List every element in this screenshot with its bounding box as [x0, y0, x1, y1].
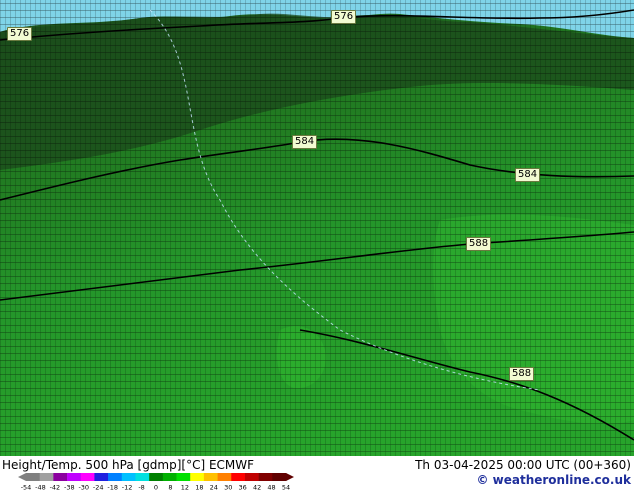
scale-color-swatch: [121, 473, 136, 481]
credit-link[interactable]: © weatheronline.co.uk: [476, 473, 631, 487]
scale-color-swatch: [272, 473, 287, 481]
contour-label-576-west: 576: [7, 27, 33, 41]
scale-tick-label: 18: [195, 484, 203, 490]
scale-color-swatch: [176, 473, 191, 481]
scale-tick-label: 12: [181, 484, 189, 490]
scale-tick-label: 30: [224, 484, 232, 490]
scale-tick-label: -24: [93, 484, 104, 490]
map-footer: Height/Temp. 500 hPa [gdmp][°C] ECMWF Th…: [0, 456, 634, 490]
scale-color-swatch: [67, 473, 82, 481]
contour-label-588-east: 588: [466, 237, 492, 251]
scale-color-swatch: [203, 473, 218, 481]
scale-tick-label: -8: [138, 484, 144, 490]
scale-tick-label: 48: [267, 484, 275, 490]
scale-color-swatch: [26, 473, 40, 481]
scale-color-swatch: [39, 473, 54, 481]
scale-arrow-right: [286, 473, 294, 481]
forecast-datetime: Th 03-04-2025 00:00 UTC (00+360): [415, 458, 631, 472]
scale-tick-label: -54: [21, 484, 32, 490]
contour-label-588-south: 588: [509, 367, 535, 381]
temperature-color-scale: -54 -48 -42 -38 -30 -24 -18 -12 -8 0 8 12 18 24 30 36 42…: [18, 473, 294, 490]
scale-color-swatch: [217, 473, 232, 481]
scale-color-swatch: [80, 473, 95, 481]
scale-color-swatch: [244, 473, 259, 481]
scale-color-swatch: [108, 473, 123, 481]
contour-label-584-center: 584: [292, 135, 318, 149]
scale-color-swatch: [149, 473, 164, 481]
scale-tick-label: 0: [154, 484, 158, 490]
contour-label-576-north: 576: [331, 10, 357, 24]
scale-tick-label: -42: [50, 484, 61, 490]
scale-tick-label: -48: [35, 484, 46, 490]
scale-arrow-left: [18, 473, 26, 481]
scale-tick-label: 24: [210, 484, 218, 490]
scale-tick-label: -38: [64, 484, 75, 490]
scale-tick-label: 54: [282, 484, 290, 490]
scale-tick-label: -12: [122, 484, 133, 490]
scale-tick-label: 8: [168, 484, 172, 490]
scale-tick-label: -18: [107, 484, 118, 490]
contour-label-584-east: 584: [515, 168, 541, 182]
scale-color-swatch: [94, 473, 109, 481]
map-root: 576 576 584 584 588 588 Height/Temp. 500…: [0, 0, 634, 490]
scale-tick-label: 42: [253, 484, 261, 490]
scale-color-swatch: [135, 473, 150, 481]
scale-tick-label: -30: [78, 484, 89, 490]
scale-color-swatch: [53, 473, 68, 481]
scale-color-swatch: [258, 473, 273, 481]
scale-color-swatch: [190, 473, 205, 481]
scale-color-swatch: [162, 473, 177, 481]
scale-tick-label: 36: [239, 484, 247, 490]
map-title: Height/Temp. 500 hPa [gdmp][°C] ECMWF: [2, 458, 255, 472]
weather-map: [0, 0, 634, 456]
hatch-overlay: [0, 0, 634, 456]
scale-color-swatch: [231, 473, 246, 481]
